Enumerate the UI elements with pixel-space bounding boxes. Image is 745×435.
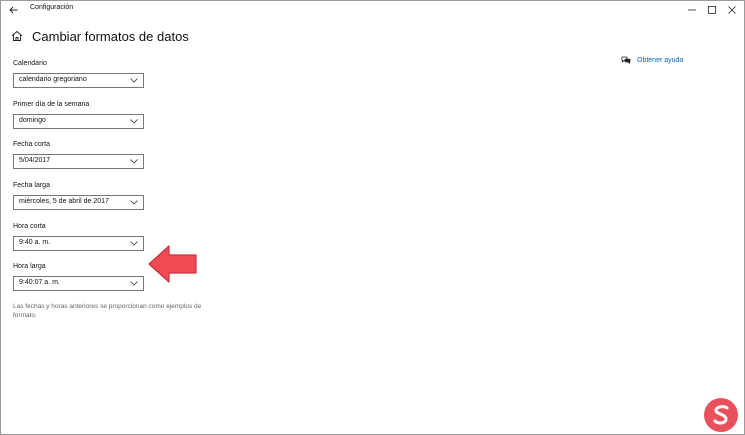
- calendar-label: Calendario: [13, 60, 47, 67]
- short-time-field: Hora corta 9:40 a. m.: [13, 222, 144, 251]
- first-day-dropdown[interactable]: domingo: [13, 114, 144, 129]
- short-date-dropdown[interactable]: 5/04/2017: [13, 154, 144, 169]
- chevron-down-icon: [130, 159, 138, 164]
- short-time-value: 9:40 a. m.: [19, 239, 51, 246]
- long-time-field: Hora larga 9:40:07 a. m.: [13, 262, 144, 291]
- first-day-value: domingo: [19, 117, 46, 124]
- get-help-link[interactable]: Obtener ayuda: [621, 55, 683, 65]
- long-time-value: 9:40:07 a. m.: [19, 279, 60, 286]
- page-header: Cambiar formatos de datos: [11, 27, 189, 45]
- minimize-icon: [688, 9, 696, 10]
- long-date-dropdown[interactable]: miércoles, 5 de abril de 2017: [13, 195, 144, 210]
- get-help-label: Obtener ayuda: [637, 56, 684, 64]
- chevron-down-icon: [130, 200, 138, 205]
- chat-help-icon: [621, 55, 631, 65]
- chevron-down-icon: [130, 119, 138, 124]
- long-date-field: Fecha larga miércoles, 5 de abril de 201…: [13, 181, 144, 210]
- short-date-value: 5/04/2017: [19, 157, 51, 164]
- short-date-label: Fecha corta: [13, 141, 50, 148]
- calendar-value: calendario gregoriano: [19, 76, 87, 83]
- close-icon: [728, 5, 736, 14]
- window-title: Configuración: [30, 4, 74, 11]
- home-icon[interactable]: [11, 30, 24, 43]
- short-time-label: Hora corta: [13, 223, 46, 230]
- annotation-arrow-icon: [148, 245, 197, 283]
- close-button[interactable]: [720, 1, 744, 18]
- long-date-value: miércoles, 5 de abril de 2017: [19, 198, 109, 205]
- format-footnote: Las fechas y horas anteriores se proporc…: [13, 303, 202, 319]
- back-arrow-icon: [8, 6, 17, 13]
- watermark-logo-icon: [704, 398, 738, 432]
- short-time-dropdown[interactable]: 9:40 a. m.: [13, 236, 144, 251]
- first-day-field: Primer día de la semana domingo: [13, 100, 144, 129]
- calendar-field: Calendario calendario gregoriano: [13, 59, 144, 88]
- back-button[interactable]: [5, 2, 21, 17]
- title-bar: Configuración: [1, 1, 744, 18]
- long-time-dropdown[interactable]: 9:40:07 a. m.: [13, 276, 144, 291]
- chevron-down-icon: [130, 78, 138, 83]
- chevron-down-icon: [130, 281, 138, 286]
- first-day-label: Primer día de la semana: [13, 101, 90, 108]
- chevron-down-icon: [130, 241, 138, 246]
- calendar-dropdown[interactable]: calendario gregoriano: [13, 73, 144, 88]
- long-date-label: Fecha larga: [13, 182, 50, 189]
- long-time-label: Hora larga: [13, 263, 46, 270]
- maximize-icon: [708, 5, 716, 14]
- settings-window: Configuración Cambiar formatos de datos: [0, 0, 745, 435]
- page-title: Cambiar formatos de datos: [32, 28, 189, 44]
- short-date-field: Fecha corta 5/04/2017: [13, 140, 144, 169]
